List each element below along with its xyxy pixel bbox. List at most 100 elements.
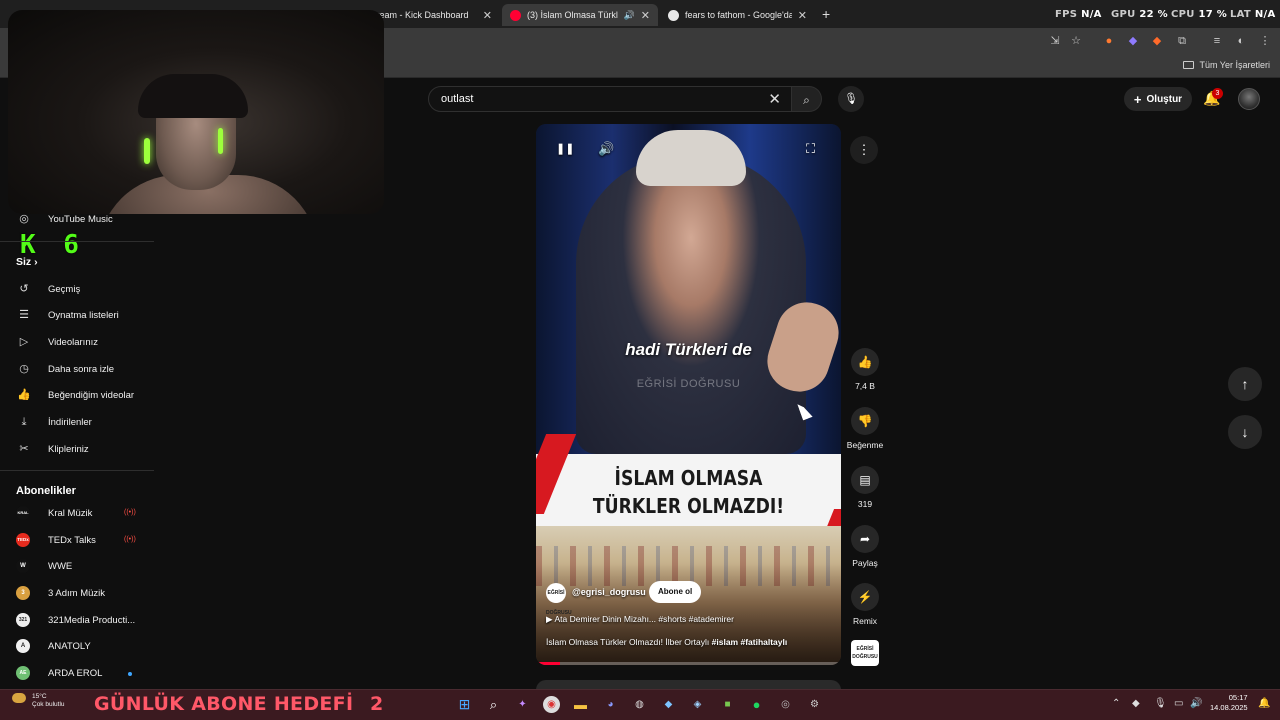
sidebar-sub-3-adim-muzik[interactable]: 33 Adım Müzik bbox=[16, 583, 105, 603]
sidebar-item-liked-videos[interactable]: 👍 Beğendiğim videolar bbox=[16, 385, 134, 405]
tray-app-icon[interactable]: ◆ bbox=[1132, 698, 1140, 709]
comment-icon: ▤ bbox=[851, 466, 879, 494]
new-tab-button[interactable]: + bbox=[822, 6, 830, 22]
youtube-favicon-icon bbox=[510, 9, 521, 21]
short-title[interactable]: İslam Olmasa Türkler Olmazdı! İlber Orta… bbox=[546, 637, 787, 647]
extension-3-icon[interactable]: ◆ bbox=[1150, 34, 1164, 48]
weather-widget[interactable]: 15°C Çok bulutlu bbox=[32, 693, 65, 709]
comments-button[interactable]: ▤ 319 bbox=[845, 466, 885, 509]
like-button[interactable]: 👍 7,4 B bbox=[845, 348, 885, 391]
discord-icon[interactable]: ◕ bbox=[602, 696, 619, 713]
arrow-up-icon: ↑ bbox=[1241, 376, 1249, 392]
sidebar-item-youtube-music[interactable]: ◎ YouTube Music bbox=[16, 209, 113, 229]
subscriber-goal-label: GÜNLÜK ABONE HEDEFİ bbox=[94, 693, 354, 715]
tab-title: (3) İslam Olmasa Türkler Ol bbox=[527, 10, 618, 20]
channel-avatar: A bbox=[16, 639, 30, 653]
music-link[interactable]: ▶ Ata Demirer Dinin Mizahı... #shorts #a… bbox=[546, 614, 734, 625]
search-button[interactable]: ⌕ bbox=[792, 86, 822, 112]
channel-tile[interactable]: EĞRİSİ DOĞRUSU bbox=[851, 640, 879, 666]
sidebar-sub-arda-erol[interactable]: AE ARDA EROL bbox=[16, 663, 102, 683]
tray-network-icon[interactable]: ▭ bbox=[1174, 698, 1183, 709]
sidebar-sub-kral-muzik[interactable]: KRAL Kral Müzik bbox=[16, 503, 92, 523]
file-explorer-icon[interactable]: ▬ bbox=[572, 696, 589, 713]
video-frame-speaker bbox=[576, 154, 806, 454]
channel-name[interactable]: @egrisi_dogrusu bbox=[572, 587, 646, 597]
subscribe-button[interactable]: Abone ol bbox=[649, 581, 702, 603]
extension-2-icon[interactable]: ◆ bbox=[1126, 34, 1140, 48]
sidebar-item-your-videos[interactable]: ▷ Videolarınız bbox=[16, 332, 98, 352]
channel-avatar[interactable]: EĞRİSİ DOĞRUSU bbox=[546, 583, 572, 616]
next-short-button[interactable]: ↓ bbox=[1228, 415, 1262, 449]
video-caption: hadi Türkleri de bbox=[625, 340, 752, 359]
webcam-overlay bbox=[8, 10, 384, 214]
sidebar-sub-321media[interactable]: 321 321Media Producti... bbox=[16, 610, 135, 630]
tab-google-search[interactable]: fears to fathom - Google'da Ar ✕ bbox=[660, 4, 815, 26]
bookmark-star-icon[interactable]: ☆ bbox=[1069, 34, 1083, 48]
steam-icon[interactable]: ◈ bbox=[689, 696, 706, 713]
tray-chevron-up-icon[interactable]: ⌃ bbox=[1112, 698, 1120, 709]
watch-later-icon: ◷ bbox=[19, 363, 29, 375]
reading-list-icon[interactable]: ≡ bbox=[1210, 34, 1224, 48]
extensions-puzzle-icon[interactable]: ⧉ bbox=[1175, 34, 1189, 48]
taskbar-clock[interactable]: 05:17 14.08.2025 bbox=[1210, 693, 1248, 713]
tab-close-icon[interactable]: ✕ bbox=[483, 9, 492, 22]
all-bookmarks-button[interactable]: Tüm Yer İşaretleri bbox=[1183, 60, 1270, 70]
app-icon[interactable]: ◎ bbox=[777, 696, 794, 713]
progress-bar[interactable] bbox=[536, 662, 841, 665]
channel-avatar: 321 bbox=[16, 613, 30, 627]
fullscreen-icon[interactable]: ⛶ bbox=[806, 141, 815, 157]
hud-gpu: GPU 22 % bbox=[1111, 9, 1168, 20]
extension-1-icon[interactable]: ● bbox=[1102, 34, 1116, 48]
account-avatar[interactable] bbox=[1238, 88, 1260, 110]
google-favicon-icon bbox=[668, 9, 679, 21]
you-section-header[interactable]: Siz › bbox=[16, 256, 38, 268]
sidebar-item-watch-later[interactable]: ◷ Daha sonra izle bbox=[16, 359, 114, 379]
tray-volume-icon[interactable]: 🔊 bbox=[1190, 698, 1202, 709]
chrome-icon[interactable]: ◉ bbox=[543, 696, 560, 713]
tab-close-icon[interactable]: ✕ bbox=[641, 9, 650, 22]
channel-avatar: W bbox=[16, 559, 30, 573]
sidebar-sub-anatoly[interactable]: A ANATOLY bbox=[16, 636, 91, 656]
more-options-button[interactable]: ⋮ bbox=[850, 136, 878, 164]
windows-start-icon[interactable]: ⊞ bbox=[456, 696, 473, 713]
share-button[interactable]: ➦ Paylaş bbox=[845, 525, 885, 568]
pause-icon[interactable]: ❚❚ bbox=[556, 142, 574, 155]
browser-menu-icon[interactable]: ⋮ bbox=[1258, 34, 1272, 48]
subscriber-goal-count: 2 bbox=[370, 693, 384, 715]
clear-search-icon[interactable]: ✕ bbox=[768, 90, 781, 108]
sidebar-item-downloads[interactable]: ⤓ İndirilenler bbox=[16, 412, 92, 432]
tab-youtube-short[interactable]: (3) İslam Olmasa Türkler Ol 🔊 ✕ bbox=[502, 4, 658, 26]
search-input[interactable]: outlast bbox=[441, 93, 473, 105]
sidebar-item-playlists[interactable]: ☰ Oynatma listeleri bbox=[16, 305, 119, 325]
profile-icon[interactable]: ◐ bbox=[1234, 34, 1248, 48]
speaker-icon[interactable]: 🔊 bbox=[624, 10, 635, 21]
tab-close-icon[interactable]: ✕ bbox=[798, 9, 807, 22]
create-button[interactable]: + Oluştur bbox=[1124, 87, 1192, 111]
sidebar-item-history[interactable]: ↺ Geçmiş bbox=[16, 279, 80, 299]
spotify-icon[interactable]: ● bbox=[748, 696, 765, 713]
search-box[interactable]: outlast ✕ bbox=[428, 86, 792, 112]
remix-button[interactable]: ⚡ Remix bbox=[845, 583, 885, 626]
tray-mic-icon[interactable]: 🎙 bbox=[1154, 698, 1167, 709]
sidebar-sub-wwe[interactable]: W WWE bbox=[16, 556, 72, 576]
search-icon[interactable]: ⌕ bbox=[485, 696, 502, 713]
voice-search-button[interactable]: 🎙 bbox=[838, 86, 864, 112]
chevron-right-icon: › bbox=[34, 256, 38, 268]
notification-bell-icon[interactable]: 🔔 bbox=[1258, 698, 1270, 709]
install-app-icon[interactable]: ⇲ bbox=[1048, 34, 1062, 48]
previous-short-button[interactable]: ↑ bbox=[1228, 367, 1262, 401]
app-icon[interactable]: ◆ bbox=[660, 696, 677, 713]
obs-icon[interactable]: ◍ bbox=[631, 696, 648, 713]
downloads-icon: ⤓ bbox=[21, 416, 27, 428]
copilot-icon[interactable]: ✦ bbox=[514, 696, 531, 713]
history-icon: ↺ bbox=[19, 283, 29, 295]
game-launcher-icon[interactable]: ■ bbox=[719, 696, 736, 713]
sidebar-item-clips[interactable]: ✂ Klipleriniz bbox=[16, 439, 88, 459]
dislike-button[interactable]: 👎 Beğenme bbox=[845, 407, 885, 450]
shorts-player[interactable]: hadi Türkleri de EĞRİSİ DOĞRUSU İSLAM OL… bbox=[536, 124, 841, 665]
folder-icon bbox=[1183, 61, 1195, 69]
sidebar-sub-tedx-talks[interactable]: TEDx TEDx Talks bbox=[16, 530, 96, 550]
playlists-icon: ☰ bbox=[19, 309, 29, 321]
volume-icon[interactable]: 🔊 bbox=[598, 141, 614, 157]
settings-gear-icon[interactable]: ⚙ bbox=[806, 696, 823, 713]
